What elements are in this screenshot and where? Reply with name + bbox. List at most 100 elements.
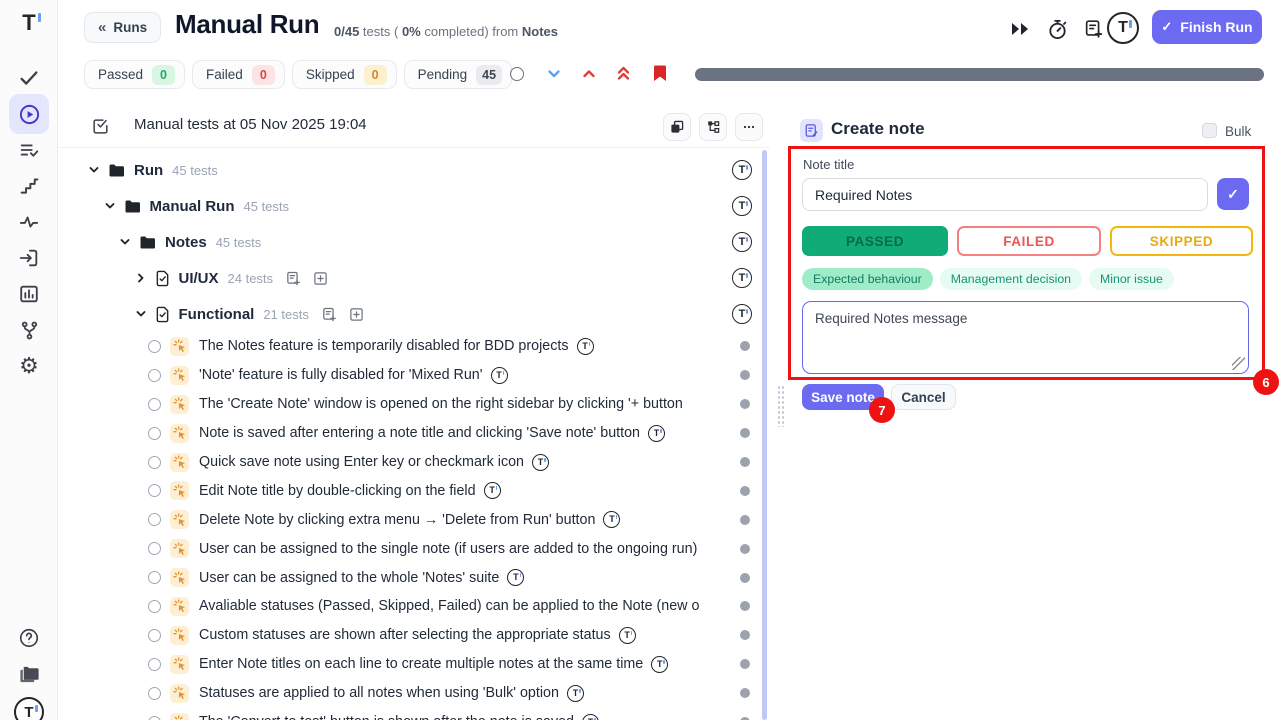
test-report-logo-icon[interactable]: T	[532, 454, 549, 471]
test-pending-dot-icon[interactable]	[740, 399, 750, 409]
note-tag[interactable]: Minor issue	[1089, 268, 1174, 290]
note-title-input[interactable]	[802, 178, 1208, 211]
chevron-icon[interactable]	[104, 200, 116, 212]
test-row[interactable]: The Notes feature is temporarily disable…	[58, 332, 760, 361]
more-options-button[interactable]	[735, 113, 763, 141]
back-to-runs-button[interactable]: « Runs	[84, 12, 161, 43]
tree-view-button[interactable]	[699, 113, 727, 141]
test-row[interactable]: 'Note' feature is fully disabled for 'Mi…	[58, 361, 760, 390]
collapse-all-icon[interactable]	[616, 64, 631, 82]
test-pending-dot-icon[interactable]	[740, 341, 750, 351]
test-report-logo-icon[interactable]: T	[567, 685, 584, 702]
test-pending-dot-icon[interactable]	[740, 515, 750, 525]
copy-tests-button[interactable]	[663, 113, 691, 141]
status-filter-chip[interactable]: Failed 0	[192, 60, 285, 89]
test-status-circle-icon[interactable]	[148, 600, 161, 613]
chevron-icon[interactable]	[135, 272, 147, 284]
suite-row[interactable]: Notes 45 tests T	[58, 224, 760, 260]
chevron-icon[interactable]	[88, 164, 100, 176]
test-row[interactable]: Custom statuses are shown after selectin…	[58, 621, 760, 650]
nav-help-icon[interactable]	[9, 618, 49, 658]
chevron-icon[interactable]	[135, 308, 147, 320]
test-status-circle-icon[interactable]	[148, 716, 161, 720]
quick-save-check-button[interactable]: ✓	[1217, 178, 1249, 210]
test-row[interactable]: The 'Convert to test' button is shown af…	[58, 708, 760, 720]
suite-report-logo-icon[interactable]: T	[732, 304, 752, 324]
fast-forward-icon[interactable]	[1008, 17, 1032, 41]
test-report-logo-icon[interactable]: T	[582, 714, 599, 720]
bulk-checkbox[interactable]	[1202, 123, 1217, 138]
note-status-button[interactable]: SKIPPED	[1110, 226, 1253, 256]
nav-pulls-icon[interactable]	[9, 238, 49, 278]
test-status-circle-icon[interactable]	[148, 571, 161, 584]
suite-row[interactable]: UI/UX 24 tests T	[58, 260, 760, 296]
test-status-circle-icon[interactable]	[148, 340, 161, 353]
test-row[interactable]: User can be assigned to the whole 'Notes…	[58, 563, 760, 592]
test-status-circle-icon[interactable]	[148, 398, 161, 411]
test-report-logo-icon[interactable]: T	[651, 656, 668, 673]
test-pending-dot-icon[interactable]	[740, 601, 750, 611]
collapse-up-icon[interactable]	[582, 68, 596, 80]
suite-report-logo-icon[interactable]: T	[732, 160, 752, 180]
test-pending-dot-icon[interactable]	[740, 630, 750, 640]
cancel-button[interactable]: Cancel	[891, 384, 956, 410]
test-report-logo-icon[interactable]: T	[507, 569, 524, 586]
test-row[interactable]: Note is saved after entering a note titl…	[58, 419, 760, 448]
suite-add-note-icon[interactable]	[285, 270, 302, 287]
unchecked-status-icon[interactable]	[510, 67, 524, 81]
nav-projects-icon[interactable]	[9, 654, 49, 694]
nav-test-plans-icon[interactable]	[9, 130, 49, 170]
test-report-logo-icon[interactable]: T	[603, 511, 620, 528]
nav-checks-icon[interactable]	[9, 58, 49, 98]
test-row[interactable]: User can be assigned to the single note …	[58, 534, 760, 563]
bookmark-icon[interactable]	[652, 64, 668, 83]
suite-add-test-icon[interactable]	[313, 271, 328, 286]
test-row[interactable]: Statuses are applied to all notes when u…	[58, 679, 760, 708]
nav-runs-icon[interactable]	[9, 94, 49, 134]
test-row[interactable]: Delete Note by clicking extra menu → 'De…	[58, 505, 760, 534]
test-status-circle-icon[interactable]	[148, 484, 161, 497]
test-report-logo-icon[interactable]: T	[484, 482, 501, 499]
test-pending-dot-icon[interactable]	[740, 573, 750, 583]
nav-branches-icon[interactable]	[9, 310, 49, 350]
test-report-logo-icon[interactable]: T	[577, 338, 594, 355]
test-row[interactable]: Edit Note title by double-clicking on th…	[58, 476, 760, 505]
note-tag[interactable]: Expected behaviour	[802, 268, 933, 290]
suite-report-logo-icon[interactable]: T	[732, 196, 752, 216]
expand-down-icon[interactable]	[547, 68, 561, 80]
test-pending-dot-icon[interactable]	[740, 370, 750, 380]
suite-row[interactable]: Manual Run 45 tests T	[58, 188, 760, 224]
tree-scrollbar[interactable]	[762, 150, 767, 720]
panel-resize-handle[interactable]	[777, 385, 785, 427]
test-status-circle-icon[interactable]	[148, 513, 161, 526]
test-pending-dot-icon[interactable]	[740, 486, 750, 496]
test-status-circle-icon[interactable]	[148, 629, 161, 642]
suite-row[interactable]: Functional 21 tests T	[58, 296, 760, 332]
test-row[interactable]: Enter Note titles on each line to create…	[58, 650, 760, 679]
chevron-icon[interactable]	[119, 236, 131, 248]
test-pending-dot-icon[interactable]	[740, 688, 750, 698]
test-row[interactable]: The 'Create Note' window is opened on th…	[58, 390, 760, 419]
test-report-logo-icon[interactable]: T	[619, 627, 636, 644]
status-filter-chip[interactable]: Passed 0	[84, 60, 185, 89]
suite-row[interactable]: Run 45 tests T	[58, 152, 760, 188]
status-filter-chip[interactable]: Skipped 0	[292, 60, 397, 89]
test-report-logo-icon[interactable]: T	[648, 425, 665, 442]
finish-run-button[interactable]: ✓ Finish Run	[1152, 10, 1262, 44]
profile-logo-icon[interactable]: T	[1107, 12, 1139, 44]
test-row[interactable]: Quick save note using Enter key or check…	[58, 448, 760, 477]
test-status-circle-icon[interactable]	[148, 456, 161, 469]
rail-bottom-logo-icon[interactable]: T	[9, 692, 49, 720]
status-filter-chip[interactable]: Pending 45	[404, 60, 512, 89]
app-logo-icon[interactable]: T	[0, 8, 58, 38]
test-status-circle-icon[interactable]	[148, 687, 161, 700]
test-pending-dot-icon[interactable]	[740, 428, 750, 438]
test-pending-dot-icon[interactable]	[740, 457, 750, 467]
suite-add-test-icon[interactable]	[349, 307, 364, 322]
test-status-circle-icon[interactable]	[148, 542, 161, 555]
nav-settings-icon[interactable]: ⚙	[9, 346, 49, 386]
add-note-icon[interactable]	[1082, 17, 1106, 41]
note-tag[interactable]: Management decision	[940, 268, 1082, 290]
test-status-circle-icon[interactable]	[148, 658, 161, 671]
suite-report-logo-icon[interactable]: T	[732, 268, 752, 288]
